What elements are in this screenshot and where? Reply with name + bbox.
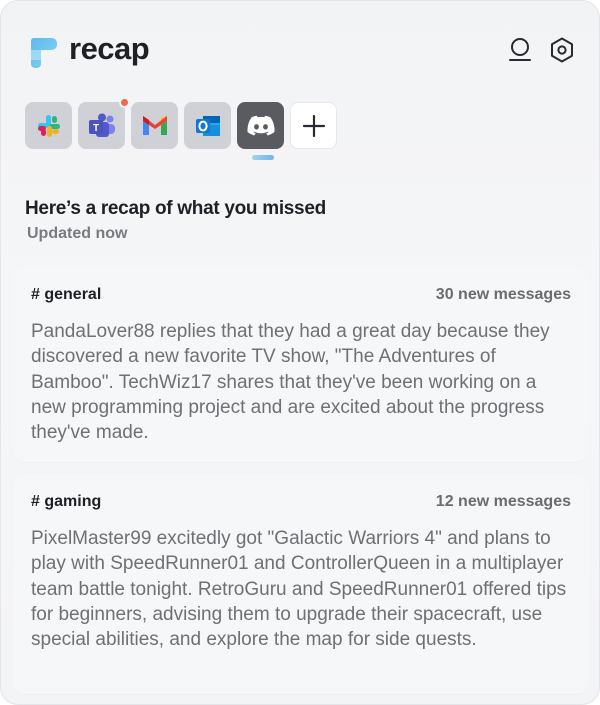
recap-panel: recap T Here’s a recap of what you misse… [0,0,600,705]
app-tile-slack[interactable] [25,102,72,149]
teams-icon: T [88,113,115,137]
settings-icon [551,37,573,63]
recap-logo-icon [31,38,57,68]
channel-card-gaming[interactable]: # gaming 12 new messages PixelMaster99 e… [13,474,589,694]
svg-text:T: T [92,123,98,134]
add-app-button[interactable] [290,102,337,149]
app-switcher: T [25,97,337,149]
message-count: 12 new messages [435,493,571,510]
channel-name: # general [31,286,102,303]
gmail-icon [142,115,167,135]
channel-summary: PixelMaster99 excitedly got "Galactic Wa… [31,528,567,651]
user-icon [509,38,531,61]
profile-button[interactable] [507,37,533,63]
message-count: 30 new messages [435,286,571,303]
app-tile-discord[interactable] [237,102,284,149]
header: recap [25,31,575,71]
plus-icon [302,114,325,137]
channel-card-general[interactable]: # general 30 new messages PandaLover88 r… [13,267,589,462]
updated-status: Updated now [27,225,128,242]
app-tile-teams[interactable]: T [78,97,130,149]
channel-name: # gaming [31,493,102,510]
selected-app-indicator [252,155,274,160]
notification-dot [119,97,130,108]
settings-button[interactable] [549,37,575,63]
slack-icon [37,114,60,137]
recap-title: Here’s a recap of what you missed [25,198,326,219]
app-tile-gmail[interactable] [131,102,178,149]
discord-icon [247,115,274,135]
outlook-icon [195,115,220,136]
app-tile-outlook[interactable] [184,102,231,149]
brand-name: recap [69,31,150,66]
channel-summary: PandaLover88 replies that they had a gre… [31,321,550,444]
